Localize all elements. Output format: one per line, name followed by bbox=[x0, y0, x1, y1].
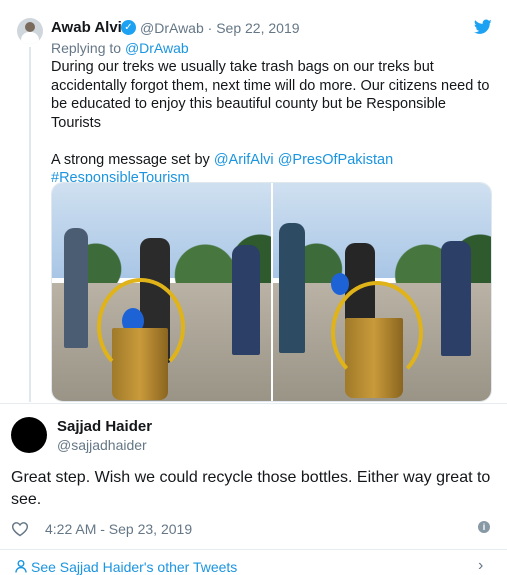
see-other-tweets-label[interactable]: See Sajjad Haider's other Tweets bbox=[31, 559, 237, 575]
tweet-photo-2[interactable] bbox=[272, 183, 491, 401]
reply-timestamp[interactable]: 4:22 AM - Sep 23, 2019 bbox=[45, 521, 192, 537]
mention-presofpakistan[interactable]: @PresOfPakistan bbox=[278, 152, 393, 168]
tweet-paragraph-2-prefix: A strong message set by bbox=[51, 151, 214, 168]
footer-divider bbox=[0, 549, 507, 550]
author-name[interactable]: Awab Alvi bbox=[51, 19, 122, 36]
replying-to: Replying to @DrAwab bbox=[51, 40, 189, 56]
reply-author-handle[interactable]: @sajjadhaider bbox=[57, 437, 147, 453]
tweet-date[interactable]: Sep 22, 2019 bbox=[216, 20, 299, 36]
reply-author-avatar[interactable] bbox=[11, 417, 47, 453]
reply-text: Great step. Wish we could recycle those … bbox=[11, 469, 491, 508]
tweet-paragraph-1: During our treks we usually take trash b… bbox=[51, 59, 490, 131]
tweet-photo-1[interactable] bbox=[52, 183, 271, 401]
replying-prefix: Replying to bbox=[51, 40, 125, 56]
person-icon bbox=[15, 560, 27, 573]
thread-line bbox=[29, 47, 31, 402]
tweet-text: During our treks we usually take trash b… bbox=[51, 58, 491, 188]
see-other-tweets-link[interactable]: See Sajjad Haider's other Tweets bbox=[15, 559, 237, 575]
date-separator: · bbox=[203, 20, 217, 36]
author-handle[interactable]: @DrAwab bbox=[140, 20, 204, 36]
heart-icon[interactable] bbox=[11, 521, 29, 537]
verified-icon: ✓ bbox=[121, 20, 136, 35]
replying-to-link[interactable]: @DrAwab bbox=[125, 40, 189, 56]
twitter-bird-icon[interactable] bbox=[474, 19, 492, 35]
divider bbox=[0, 403, 507, 404]
tweet-paragraph-2: A strong message set by @ArifAlvi @PresO… bbox=[51, 151, 491, 170]
info-icon[interactable]: i bbox=[478, 521, 490, 533]
mention-arifalvi[interactable]: @ArifAlvi bbox=[214, 152, 274, 168]
author-handle-date[interactable]: @DrAwab · Sep 22, 2019 bbox=[140, 20, 300, 36]
chevron-right-icon[interactable]: › bbox=[478, 557, 483, 575]
tweet-media[interactable] bbox=[51, 182, 492, 402]
reply-author-name[interactable]: Sajjad Haider bbox=[57, 418, 152, 435]
author-avatar[interactable] bbox=[17, 18, 43, 44]
